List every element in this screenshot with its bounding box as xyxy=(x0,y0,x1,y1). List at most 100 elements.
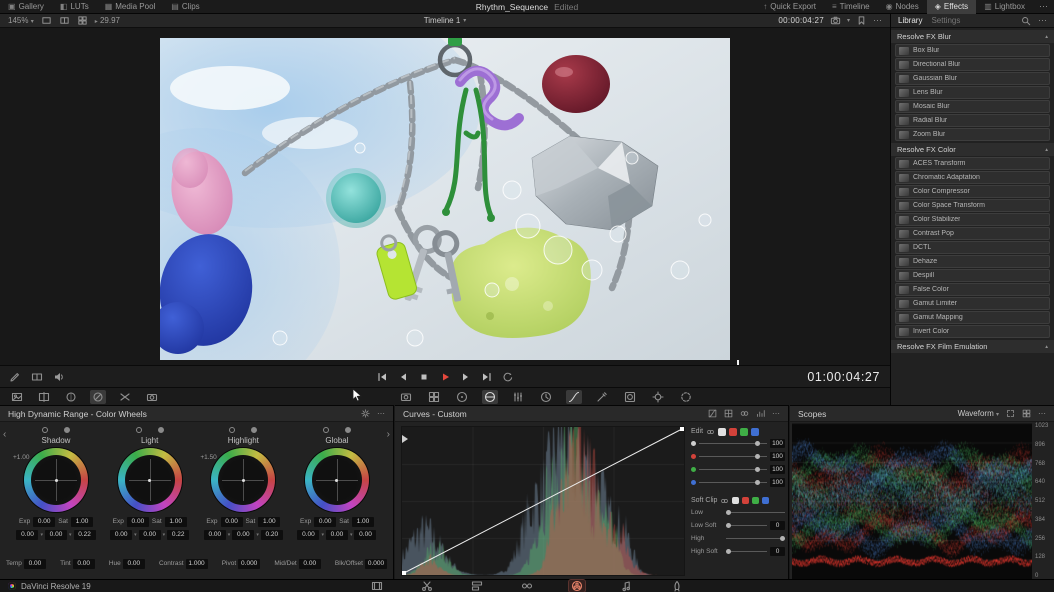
page-deliver[interactable] xyxy=(669,580,685,592)
softclip-y-button[interactable] xyxy=(732,497,739,504)
rgb-mixer-palette-icon[interactable] xyxy=(510,390,526,404)
curve-graph[interactable] xyxy=(401,426,685,576)
fx-item[interactable]: Contrast Pop xyxy=(895,227,1050,240)
previous-frame-button[interactable] xyxy=(397,371,409,383)
curve-preset-icon[interactable] xyxy=(708,409,717,418)
wheel-value-3[interactable]: 0.00 xyxy=(354,530,376,540)
viewer-image[interactable] xyxy=(160,38,730,360)
y-gain-slider[interactable] xyxy=(699,443,767,444)
wheel-value-1[interactable]: 0.00 xyxy=(110,530,132,540)
scope-mode-select[interactable]: Waveform ▾ xyxy=(958,409,999,418)
sat-value[interactable]: 1.00 xyxy=(258,517,280,527)
channel-r-button[interactable] xyxy=(729,428,737,436)
scopes-more-icon[interactable]: ⋯ xyxy=(1038,409,1046,418)
qualifier-palette-icon[interactable] xyxy=(594,390,610,404)
window-palette-icon[interactable] xyxy=(622,390,638,404)
luts-button[interactable]: ◧LUTs xyxy=(52,0,97,14)
fx-item[interactable]: Gamut Limiter xyxy=(895,297,1050,310)
fx-item[interactable]: Chromatic Adaptation xyxy=(895,171,1050,184)
tab-library[interactable]: Library xyxy=(898,16,922,25)
page-edit[interactable] xyxy=(469,580,485,592)
viewer-more-icon[interactable]: ⋯ xyxy=(873,15,882,26)
wheel-value-1[interactable]: 0.00 xyxy=(16,530,38,540)
grid-toggle-icon[interactable] xyxy=(724,409,733,418)
timeline-wipe-icon[interactable] xyxy=(36,390,52,404)
softclip-r-button[interactable] xyxy=(742,497,749,504)
page-color[interactable] xyxy=(569,580,585,592)
sat-value[interactable]: 1.00 xyxy=(352,517,374,527)
exp-value[interactable]: 0.00 xyxy=(314,517,336,527)
grab-still-icon[interactable] xyxy=(9,390,25,404)
wheel-value-3[interactable]: 0.22 xyxy=(74,530,96,540)
global-color-wheel[interactable] xyxy=(305,448,369,512)
camera-raw-palette-icon[interactable] xyxy=(398,390,414,404)
link-channels-icon[interactable] xyxy=(740,409,749,418)
play-button[interactable] xyxy=(439,371,451,383)
next-frame-button[interactable] xyxy=(460,371,472,383)
exp-value[interactable]: 0.00 xyxy=(33,517,55,527)
curves-more-icon[interactable]: ⋯ xyxy=(772,409,780,418)
wheels-next-icon[interactable]: › xyxy=(387,430,390,440)
fx-item[interactable]: Despill xyxy=(895,269,1050,282)
stop-button[interactable] xyxy=(418,371,430,383)
channel-y-button[interactable] xyxy=(718,428,726,436)
softclip-g-button[interactable] xyxy=(752,497,759,504)
color-wheels-palette-icon[interactable] xyxy=(454,390,470,404)
quick-export-button[interactable]: ↑Quick Export xyxy=(755,0,824,14)
fx-item[interactable]: Lens Blur xyxy=(895,86,1050,99)
wheel-value-2[interactable]: 0.00 xyxy=(326,530,348,540)
highlight-icon[interactable] xyxy=(63,390,79,404)
low-soft-slider[interactable] xyxy=(726,525,767,526)
fx-item[interactable]: Gaussian Blur xyxy=(895,72,1050,85)
low-soft-value[interactable]: 0 xyxy=(770,521,785,530)
fx-item[interactable]: False Color xyxy=(895,283,1050,296)
tab-settings[interactable]: Settings xyxy=(931,16,960,25)
fx-section-header[interactable]: Resolve FX Color▴ xyxy=(891,143,1054,156)
contrast-value[interactable]: 1.000 xyxy=(186,559,208,569)
panel-settings-icon[interactable] xyxy=(361,409,370,418)
wheel-reset-icon[interactable] xyxy=(158,427,164,433)
low-slider[interactable] xyxy=(726,512,785,513)
channel-g-button[interactable] xyxy=(740,428,748,436)
b-gain-slider[interactable] xyxy=(699,482,767,483)
wheel-value-3[interactable]: 0.20 xyxy=(261,530,283,540)
lightbox-button[interactable]: ▥Lightbox xyxy=(976,0,1033,14)
timeline-button[interactable]: ≡Timeline xyxy=(824,0,878,14)
audio-mute-icon[interactable] xyxy=(53,371,65,383)
light-color-wheel[interactable] xyxy=(118,448,182,512)
annotate-icon[interactable] xyxy=(9,371,21,383)
split-view-icon[interactable] xyxy=(59,15,70,26)
wheel-reset-icon[interactable] xyxy=(64,427,70,433)
channel-b-button[interactable] xyxy=(751,428,759,436)
fx-item[interactable]: ACES Transform xyxy=(895,157,1050,170)
wheel-value-1[interactable]: 0.00 xyxy=(297,530,319,540)
y-gain-value[interactable]: 100 xyxy=(770,439,785,448)
fx-item[interactable]: Mosaic Blur xyxy=(895,100,1050,113)
unmix-icon[interactable] xyxy=(117,390,133,404)
camera-icon[interactable] xyxy=(830,15,841,26)
curves-palette-icon[interactable] xyxy=(566,390,582,404)
hue-value[interactable]: 0.00 xyxy=(123,559,145,569)
blk-offset-value[interactable]: 0.000 xyxy=(365,559,387,569)
highlight-color-wheel[interactable] xyxy=(211,448,275,512)
fx-item[interactable]: Color Stabilizer xyxy=(895,213,1050,226)
color-match-palette-icon[interactable] xyxy=(426,390,442,404)
sat-value[interactable]: 1.00 xyxy=(165,517,187,527)
go-to-start-button[interactable] xyxy=(376,371,388,383)
sat-value[interactable]: 1.00 xyxy=(71,517,93,527)
shadow-color-wheel[interactable] xyxy=(24,448,88,512)
tracker-palette-icon[interactable] xyxy=(650,390,666,404)
wheel-target-icon[interactable] xyxy=(42,427,48,433)
mid-det-value[interactable]: 0.00 xyxy=(299,559,321,569)
fx-item[interactable]: Zoom Blur xyxy=(895,128,1050,141)
wheels-prev-icon[interactable]: ‹ xyxy=(3,430,6,440)
link-icon[interactable] xyxy=(720,497,729,505)
exp-value[interactable]: 0.00 xyxy=(127,517,149,527)
expand-icon[interactable] xyxy=(1006,409,1015,418)
pivot-value[interactable]: 0.000 xyxy=(238,559,260,569)
effects-button[interactable]: ◈Effects xyxy=(927,0,976,14)
wheel-value-1[interactable]: 0.00 xyxy=(204,530,226,540)
fx-item[interactable]: Color Space Transform xyxy=(895,199,1050,212)
r-gain-slider[interactable] xyxy=(699,456,767,457)
fx-item[interactable]: Dehaze xyxy=(895,255,1050,268)
